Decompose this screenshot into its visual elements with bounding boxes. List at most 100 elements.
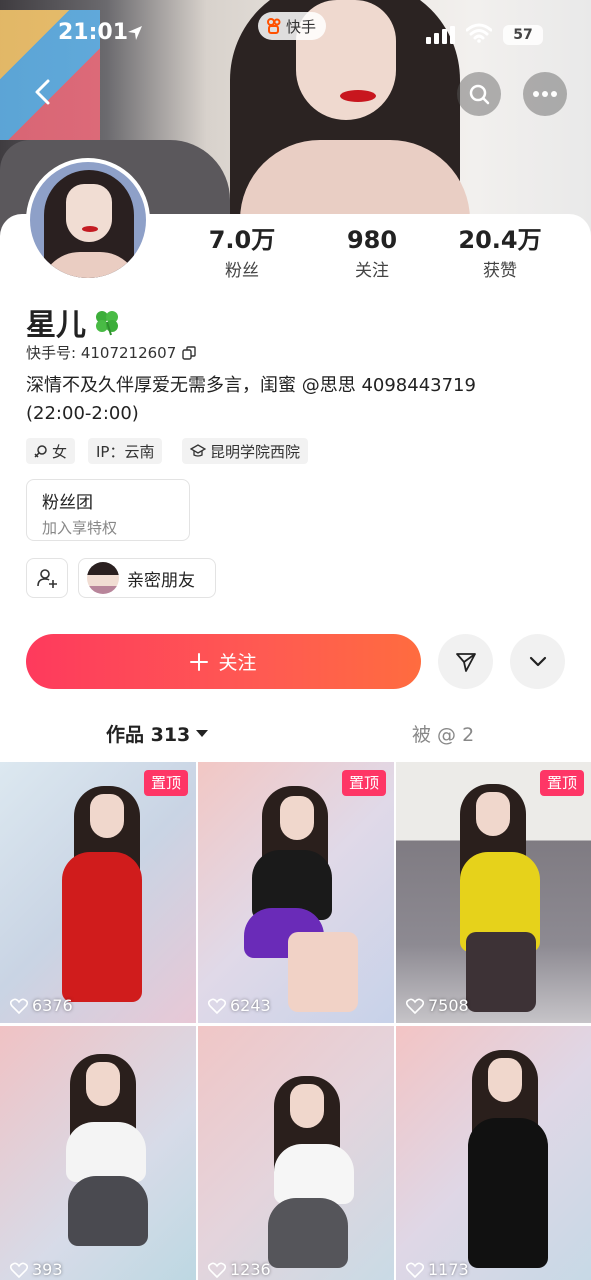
- send-icon: [455, 652, 476, 672]
- battery-indicator: 57: [503, 25, 543, 45]
- stat-followers[interactable]: 7.0万 粉丝: [182, 226, 302, 281]
- stat-followers-value: 7.0万: [208, 226, 276, 254]
- like-count: 1173: [406, 1260, 469, 1279]
- tab-works-label: 作品 313: [106, 724, 191, 746]
- avatar-lips: [82, 226, 98, 232]
- app-badge-label: 快手: [286, 17, 317, 36]
- like-count-value: 6376: [32, 996, 73, 1015]
- tab-mentions[interactable]: 被 @ 2: [412, 720, 474, 747]
- figure-skirt: [268, 1198, 348, 1268]
- figure-face: [476, 792, 510, 836]
- stat-following-value: 980: [346, 226, 398, 254]
- bio: 深情不及久伴厚爱无需多言，闺蜜 @思思 4098443719 (22:00-2:…: [26, 372, 566, 428]
- heart-icon: [208, 1262, 226, 1278]
- like-count-value: 1236: [230, 1260, 271, 1279]
- figure-legs: [466, 932, 536, 1012]
- tag-gender: 女: [26, 438, 76, 464]
- like-count-value: 6243: [230, 996, 271, 1015]
- graduation-cap-icon: [190, 444, 206, 457]
- follow-button[interactable]: 关注: [26, 634, 421, 689]
- wifi-icon: [466, 23, 492, 43]
- pinned-badge: 置顶: [143, 770, 188, 796]
- cellular-signal-icon: [426, 26, 455, 44]
- pinned-badge: 置顶: [341, 770, 386, 796]
- heart-icon: [10, 1262, 28, 1278]
- tag-gender-label: 女: [52, 442, 68, 461]
- video-tile[interactable]: 1173: [396, 1026, 591, 1280]
- tab-mentions-label: 被 @ 2: [412, 724, 475, 746]
- kuaishou-id-text: 快手号: 4107212607: [26, 344, 177, 362]
- like-count-value: 1173: [428, 1260, 469, 1279]
- add-friend-button[interactable]: [26, 558, 68, 598]
- search-icon: [469, 84, 490, 105]
- heart-icon: [406, 1262, 424, 1278]
- heart-icon: [406, 998, 424, 1014]
- tag-ip-location-label: IP：云南: [96, 442, 155, 461]
- figure-face: [86, 1062, 120, 1106]
- copy-icon[interactable]: [182, 345, 196, 360]
- fan-club-subtitle: 加入享特权: [42, 519, 118, 537]
- tag-ip-location: IP：云南: [88, 438, 163, 464]
- figure-face: [280, 796, 314, 840]
- video-tile[interactable]: 置顶 6243: [198, 762, 394, 1023]
- like-count: 393: [10, 1260, 63, 1279]
- bio-line-2: (22:00-2:00): [26, 403, 139, 424]
- four-leaf-clover-icon: [96, 311, 118, 336]
- kuaishou-id[interactable]: 快手号: 4107212607: [26, 342, 196, 363]
- stat-likes-label: 获赞: [483, 261, 517, 281]
- figure-face: [90, 794, 124, 838]
- search-button[interactable]: [457, 72, 501, 116]
- close-friend-label: 亲密朋友: [127, 570, 195, 591]
- more-dots-icon: [533, 91, 557, 97]
- stat-following[interactable]: 980 关注: [312, 226, 432, 281]
- close-friend-button[interactable]: 亲密朋友: [78, 558, 216, 598]
- bio-line-1: 深情不及久伴厚爱无需多言，闺蜜 @思思 4098443719: [26, 375, 476, 396]
- tag-school-label: 昆明学院西院: [210, 442, 301, 461]
- video-tile[interactable]: 393: [0, 1026, 196, 1280]
- caret-down-icon: [196, 730, 209, 737]
- figure-legs: [288, 932, 358, 1012]
- video-tile[interactable]: 置顶 6376: [0, 762, 196, 1023]
- like-count-value: 7508: [428, 996, 469, 1015]
- stat-likes-value: 20.4万: [458, 226, 542, 254]
- plus-icon: [190, 652, 209, 671]
- cover-person-lips: [340, 90, 376, 102]
- status-time: 21:01: [58, 20, 129, 45]
- stat-followers-label: 粉丝: [225, 261, 259, 281]
- stat-following-label: 关注: [355, 261, 389, 281]
- figure-face: [488, 1058, 522, 1102]
- fan-club-card[interactable]: 粉丝团 加入享特权: [26, 479, 190, 541]
- back-arrow-icon[interactable]: [28, 76, 60, 108]
- heart-icon: [208, 998, 226, 1014]
- tab-works[interactable]: 作品 313: [106, 720, 209, 747]
- app-badge[interactable]: 快手: [258, 12, 327, 40]
- figure-dress: [468, 1118, 548, 1268]
- stat-likes[interactable]: 20.4万 获赞: [440, 226, 560, 281]
- like-count: 6376: [10, 996, 73, 1015]
- expand-button[interactable]: [510, 634, 565, 689]
- figure-skirt: [68, 1176, 148, 1246]
- nickname: 星儿: [26, 300, 122, 344]
- add-user-icon: [37, 569, 57, 588]
- like-count-value: 393: [32, 1260, 63, 1279]
- avatar-face: [66, 184, 112, 242]
- nickname-text: 星儿: [26, 308, 86, 343]
- chevron-down-icon: [529, 656, 546, 666]
- figure-face: [290, 1084, 324, 1128]
- figure-dress: [62, 852, 142, 1002]
- like-count: 7508: [406, 996, 469, 1015]
- tag-school[interactable]: 昆明学院西院: [182, 438, 309, 464]
- fan-club-title: 粉丝团: [42, 493, 93, 513]
- like-count: 1236: [208, 1260, 271, 1279]
- share-button[interactable]: [438, 634, 493, 689]
- avatar[interactable]: [26, 158, 150, 282]
- location-arrow-icon: [128, 26, 142, 40]
- figure-top: [66, 1122, 146, 1182]
- video-tile[interactable]: 置顶 7508: [396, 762, 591, 1023]
- figure-top: [274, 1144, 354, 1204]
- video-tile[interactable]: 1236: [198, 1026, 394, 1280]
- more-options-button[interactable]: [523, 72, 567, 116]
- female-icon: [34, 445, 47, 458]
- follow-button-label: 关注: [218, 652, 257, 674]
- like-count: 6243: [208, 996, 271, 1015]
